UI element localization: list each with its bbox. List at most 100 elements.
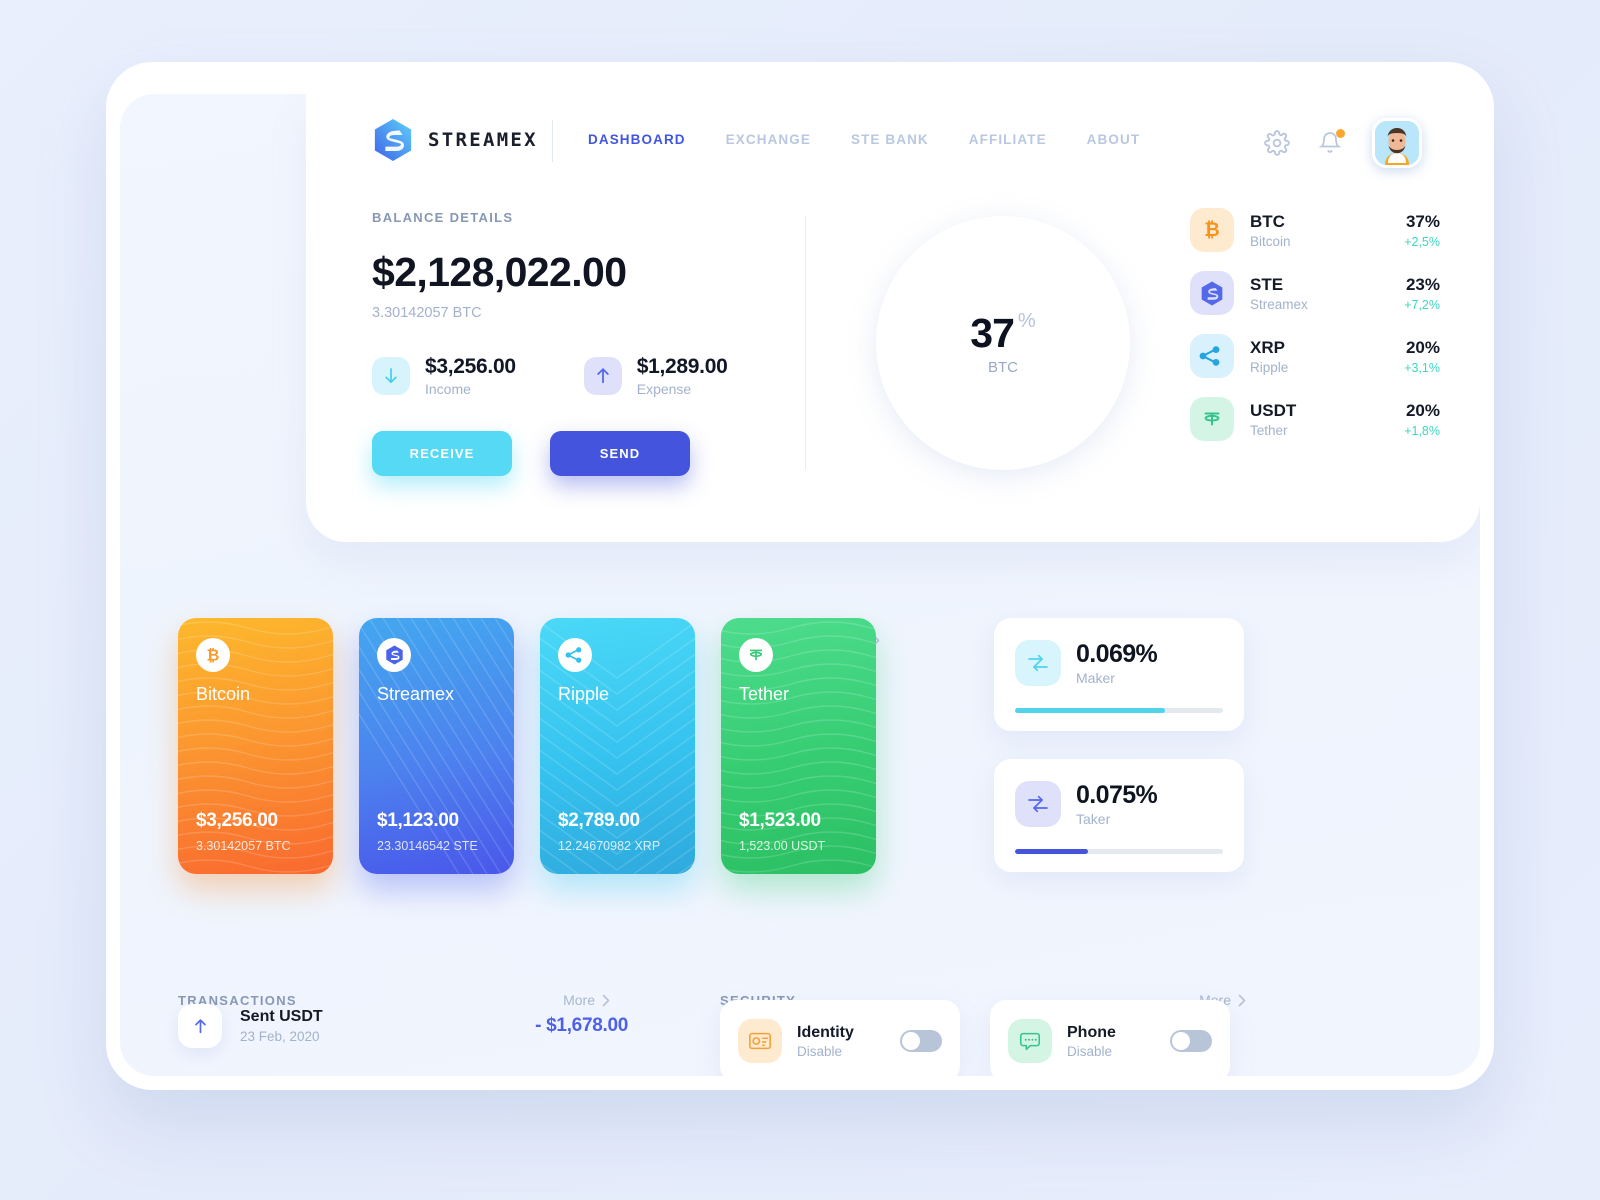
maker-progress-bar (1015, 708, 1223, 713)
id-card-icon (749, 1032, 771, 1050)
wallet-badge (558, 638, 592, 672)
coin-change: +3,1% (1404, 360, 1440, 375)
coin-symbol: USDT (1250, 400, 1297, 420)
header-actions (1264, 118, 1422, 168)
identity-icon-wrap (738, 1019, 782, 1063)
ripple-icon (1199, 346, 1220, 366)
wallet-crypto-amount: 3.30142057 BTC (196, 839, 291, 853)
coin-row-btc[interactable]: ₿ BTC Bitcoin 37% +2,5% (1190, 206, 1440, 254)
income-block: $3,256.00 Income (372, 355, 516, 397)
transaction-row[interactable]: Sent USDT 23 Feb, 2020 - $1,678.00 (178, 998, 628, 1054)
wallet-amount: $2,789.00 (558, 810, 640, 831)
nav-item-exchange[interactable]: EXCHANGE (726, 132, 811, 147)
tether-icon-wrap (1190, 397, 1234, 441)
message-icon (1019, 1032, 1041, 1051)
identity-toggle[interactable] (900, 1030, 942, 1052)
wallet-amount: $1,523.00 (739, 810, 821, 831)
brand-logo[interactable]: STREAMEX (372, 118, 538, 162)
coin-fullname: Bitcoin (1250, 233, 1291, 249)
transaction-row[interactable]: Received USDT 23 Feb, 2020 + $1,098.00 (178, 1074, 628, 1076)
security-status: Disable (797, 1043, 843, 1059)
fee-card-maker[interactable]: 0.069% Maker (994, 618, 1244, 731)
security-status: Disable (1067, 1043, 1113, 1059)
coin-row-ste[interactable]: STE Streamex 23% +7,2% (1190, 269, 1440, 317)
streamex-hexagon-logo-icon (374, 119, 412, 161)
security-title: Phone (1067, 1023, 1116, 1041)
transaction-amount: - $1,678.00 (535, 1015, 628, 1036)
income-icon-wrap (372, 357, 410, 395)
donut-unit: % (1017, 310, 1036, 332)
wallet-name: Streamex (377, 684, 455, 704)
bitcoin-icon: ₿ (1204, 219, 1219, 241)
overview-card: STREAMEX DASHBOARD EXCHANGE STE BANK AFF… (306, 94, 1480, 542)
transaction-title: Sent USDT (240, 1008, 323, 1025)
maker-icon-wrap (1015, 640, 1061, 686)
settings-button[interactable] (1264, 130, 1290, 156)
wallet-card-bitcoin[interactable]: ₿ Bitcoin $3,256.00 3.30142057 BTC (178, 618, 333, 874)
gear-icon (1264, 130, 1290, 156)
taker-icon-wrap (1015, 781, 1061, 827)
streamex-icon (385, 645, 403, 665)
security-card-phone[interactable]: Phone Disable (990, 1000, 1230, 1076)
arrow-up-icon (194, 1018, 206, 1033)
coin-row-usdt[interactable]: USDT Tether 20% +1,8% (1190, 395, 1440, 443)
wallet-amount: $1,123.00 (377, 810, 459, 831)
tether-icon (1204, 412, 1220, 426)
wallet-badge: ₿ (196, 638, 230, 672)
transactions-list: Sent USDT 23 Feb, 2020 - $1,678.00 Recei… (178, 978, 628, 1076)
bitcoin-icon: ₿ (207, 645, 220, 664)
cashflow-row: $3,256.00 Income $1,289.00 Expense (372, 355, 728, 397)
coin-change: +1,8% (1404, 423, 1440, 438)
brand-name: STREAMEX (428, 129, 538, 151)
nav-item-affiliate[interactable]: AFFILIATE (969, 132, 1047, 147)
phone-toggle[interactable] (1170, 1030, 1212, 1052)
donut-sublabel: BTC (988, 359, 1018, 376)
expense-icon-wrap (583, 357, 622, 395)
bitcoin-icon-wrap: ₿ (1190, 208, 1234, 252)
security-list: Identity Disable Phone Disable (720, 978, 1246, 1076)
exchange-arrows-icon (1028, 795, 1048, 813)
portfolio-coin-list: ₿ BTC Bitcoin 37% +2,5% STE Streamex 23%… (1190, 206, 1440, 458)
taker-progress-fill (1015, 849, 1088, 854)
balance-btc-equivalent: 3.30142057 BTC (372, 305, 482, 321)
avatar[interactable] (1372, 118, 1422, 168)
main-nav: DASHBOARD EXCHANGE STE BANK AFFILIATE AB… (588, 132, 1140, 147)
wallet-card-streamex[interactable]: Streamex $1,123.00 23.30146542 STE (359, 618, 514, 874)
coin-symbol: XRP (1250, 337, 1285, 357)
svg-text:₿: ₿ (207, 645, 220, 664)
nav-item-dashboard[interactable]: DASHBOARD (588, 132, 686, 147)
balance-amount: $2,128,022.00 (372, 249, 627, 295)
maker-fee-value: 0.069% (1076, 640, 1158, 668)
fee-card-taker[interactable]: 0.075% Taker (994, 759, 1244, 872)
coin-symbol: STE (1250, 274, 1284, 294)
svg-text:₿: ₿ (1204, 219, 1219, 241)
wallet-card-ripple[interactable]: Ripple $2,789.00 12.24670982 XRP (540, 618, 695, 874)
wallet-name: Tether (739, 684, 790, 704)
send-button[interactable]: SEND (550, 431, 690, 476)
coin-fullname: Streamex (1250, 296, 1308, 312)
arrow-down-icon (385, 368, 397, 384)
receive-button[interactable]: RECEIVE (372, 431, 512, 476)
header-divider (552, 120, 553, 162)
wallet-badge (739, 638, 773, 672)
coin-change: +7,2% (1404, 297, 1440, 312)
notification-dot (1336, 129, 1345, 138)
notifications-button[interactable] (1318, 129, 1345, 156)
taker-fee-label: Taker (1076, 811, 1111, 827)
donut-value: 37 (970, 310, 1015, 356)
coin-share: 20% (1405, 337, 1440, 357)
nav-item-ste-bank[interactable]: STE BANK (851, 132, 929, 147)
expense-value: $1,289.00 (636, 355, 728, 378)
tether-icon (749, 649, 763, 661)
wallet-badge (377, 638, 411, 672)
income-value: $3,256.00 (425, 355, 516, 378)
wallet-card-tether[interactable]: Tether $1,523.00 1,523.00 USDT (721, 618, 876, 874)
security-card-identity[interactable]: Identity Disable (720, 1000, 960, 1076)
wallets-list: ₿ Bitcoin $3,256.00 3.30142057 BTC Strea… (178, 618, 876, 874)
toggle-knob (902, 1032, 920, 1050)
coin-fullname: Ripple (1250, 359, 1289, 375)
coin-row-xrp[interactable]: XRP Ripple 20% +3,1% (1190, 332, 1440, 380)
trading-fees-list: 0.069% Maker 0.075% Taker (994, 618, 1244, 900)
coin-change: +2,5% (1404, 234, 1440, 249)
nav-item-about[interactable]: ABOUT (1087, 132, 1141, 147)
